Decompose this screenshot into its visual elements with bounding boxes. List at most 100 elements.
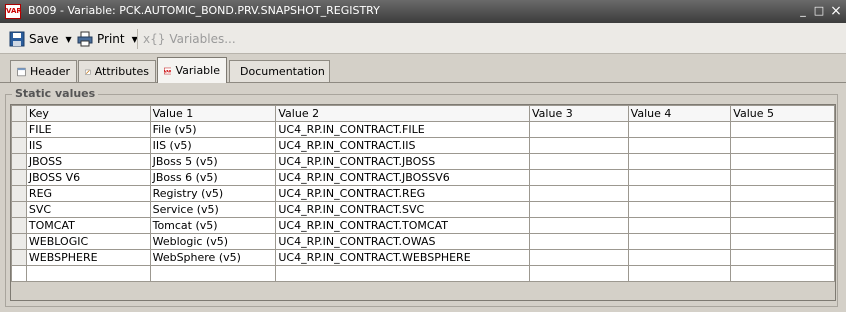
table-cell[interactable] (529, 249, 629, 266)
table-row[interactable] (11, 265, 835, 282)
restore-button[interactable]: □ (812, 4, 826, 18)
window-titlebar[interactable]: VAR B009 - Variable: PCK.AUTOMIC_BOND.PR… (0, 0, 846, 23)
table-row[interactable]: JBOSS V6 JBoss 6 (v5) UC4_RP.IN_CONTRACT.J… (11, 169, 835, 186)
table-cell[interactable] (730, 233, 835, 250)
row-selector[interactable] (11, 233, 27, 250)
row-selector[interactable] (11, 137, 27, 154)
table-cell[interactable]: WEBSPHERE (25, 249, 151, 266)
row-selector[interactable] (11, 169, 27, 186)
table-cell[interactable] (627, 185, 732, 202)
table-cell[interactable] (627, 265, 732, 282)
column-header-value-5[interactable]: Value 5 (730, 105, 835, 122)
print-button[interactable]: Print ▼ (77, 30, 138, 48)
tab-variable[interactable]: VAR Variable (157, 57, 227, 83)
table-cell[interactable] (25, 265, 151, 282)
table-row[interactable]: JBOSS JBoss 5 (v5) UC4_RP.IN_CONTRACT.JBOS… (11, 153, 835, 170)
table-cell[interactable]: UC4_RP.IN_CONTRACT.FILE (275, 121, 531, 138)
table-cell[interactable]: Registry (v5) (149, 185, 277, 202)
table-row[interactable]: TOMCAT Tomcat (v5) UC4_RP.IN_CONTRACT.TOMC… (11, 217, 835, 234)
table-cell[interactable] (627, 233, 732, 250)
table-cell[interactable]: FILE (25, 121, 151, 138)
minimize-button[interactable]: _ (796, 4, 810, 18)
save-label: Save (29, 32, 59, 46)
table-row[interactable]: WEBLOGIC Weblogic (v5) UC4_RP.IN_CONTRACT.… (11, 233, 835, 250)
tab-attributes[interactable]: Attributes (78, 60, 156, 82)
table-cell[interactable]: SVC (25, 201, 151, 218)
table-cell[interactable]: TOMCAT (25, 217, 151, 234)
table-cell[interactable]: UC4_RP.IN_CONTRACT.OWAS (275, 233, 531, 250)
table-cell[interactable]: JBoss 5 (v5) (149, 153, 277, 170)
tab-header[interactable]: Header (10, 60, 77, 82)
table-row[interactable]: IIS IIS (v5) UC4_RP.IN_CONTRACT.IIS (11, 137, 835, 154)
table-cell[interactable]: UC4_RP.IN_CONTRACT.JBOSS (275, 153, 531, 170)
table-cell[interactable]: IIS (25, 137, 151, 154)
table-cell[interactable] (529, 217, 629, 234)
table-cell[interactable] (275, 265, 531, 282)
row-selector[interactable] (11, 153, 27, 170)
table-cell[interactable] (627, 169, 732, 186)
table-cell[interactable] (529, 169, 629, 186)
row-selector[interactable] (11, 265, 27, 282)
table-cell[interactable]: UC4_RP.IN_CONTRACT.WEBSPHERE (275, 249, 531, 266)
table-cell[interactable] (529, 137, 629, 154)
table-cell[interactable] (529, 153, 629, 170)
table-cell[interactable] (730, 169, 835, 186)
table-cell[interactable]: UC4_RP.IN_CONTRACT.SVC (275, 201, 531, 218)
table-cell[interactable] (730, 185, 835, 202)
table-row[interactable]: REG Registry (v5) UC4_RP.IN_CONTRACT.REG (11, 185, 835, 202)
row-selector[interactable] (11, 121, 27, 138)
table-cell[interactable] (730, 201, 835, 218)
table-cell[interactable]: JBOSS (25, 153, 151, 170)
column-header-value-3[interactable]: Value 3 (529, 105, 629, 122)
variables-button[interactable]: x{} Variables... (143, 30, 236, 48)
table-cell[interactable] (627, 201, 732, 218)
table-cell[interactable]: WebSphere (v5) (149, 249, 277, 266)
row-selector[interactable] (11, 185, 27, 202)
table-cell[interactable]: UC4_RP.IN_CONTRACT.IIS (275, 137, 531, 154)
table-cell[interactable] (627, 137, 732, 154)
table-cell[interactable]: UC4_RP.IN_CONTRACT.REG (275, 185, 531, 202)
table-cell[interactable] (529, 265, 629, 282)
table-cell[interactable]: Service (v5) (149, 201, 277, 218)
table-cell[interactable]: JBOSS V6 (25, 169, 151, 186)
table-cell[interactable] (730, 249, 835, 266)
column-header-value-2[interactable]: Value 2 (275, 105, 531, 122)
column-header-value-1[interactable]: Value 1 (149, 105, 277, 122)
table-cell[interactable] (529, 121, 629, 138)
table-cell[interactable] (529, 185, 629, 202)
table-cell[interactable]: REG (25, 185, 151, 202)
table-cell[interactable] (627, 153, 732, 170)
row-selector[interactable] (11, 249, 27, 266)
tab-documentation[interactable]: Documentation (229, 60, 330, 82)
table-cell[interactable] (730, 265, 835, 282)
save-dropdown-icon[interactable]: ▼ (65, 35, 71, 44)
table-cell[interactable] (627, 217, 732, 234)
table-cell[interactable] (730, 217, 835, 234)
table-cell[interactable] (730, 153, 835, 170)
table-cell[interactable]: WEBLOGIC (25, 233, 151, 250)
table-cell[interactable] (627, 121, 732, 138)
table-cell[interactable]: Weblogic (v5) (149, 233, 277, 250)
table-cell[interactable]: UC4_RP.IN_CONTRACT.TOMCAT (275, 217, 531, 234)
table-cell[interactable] (529, 233, 629, 250)
row-selector[interactable] (11, 217, 27, 234)
column-header-value-4[interactable]: Value 4 (627, 105, 732, 122)
table-cell[interactable]: IIS (v5) (149, 137, 277, 154)
close-button[interactable]: × (829, 4, 843, 18)
save-button[interactable]: Save ▼ (9, 30, 72, 48)
table-row[interactable]: FILE File (v5) UC4_RP.IN_CONTRACT.FILE (11, 121, 835, 138)
table-cell[interactable] (149, 265, 277, 282)
table-row[interactable]: WEBSPHERE WebSphere (v5) UC4_RP.IN_CONTRAC… (11, 249, 835, 266)
table-row[interactable]: SVC Service (v5) UC4_RP.IN_CONTRACT.SVC (11, 201, 835, 218)
static-values-grid[interactable]: Key Value 1 Value 2 Value 3 Value 4 Valu… (10, 104, 836, 301)
table-cell[interactable]: File (v5) (149, 121, 277, 138)
table-cell[interactable]: UC4_RP.IN_CONTRACT.JBOSSV6 (275, 169, 531, 186)
table-cell[interactable] (730, 137, 835, 154)
table-cell[interactable] (529, 201, 629, 218)
table-cell[interactable]: JBoss 6 (v5) (149, 169, 277, 186)
column-header-key[interactable]: Key (25, 105, 151, 122)
table-cell[interactable]: Tomcat (v5) (149, 217, 277, 234)
table-cell[interactable] (730, 121, 835, 138)
table-cell[interactable] (627, 249, 732, 266)
row-selector[interactable] (11, 201, 27, 218)
